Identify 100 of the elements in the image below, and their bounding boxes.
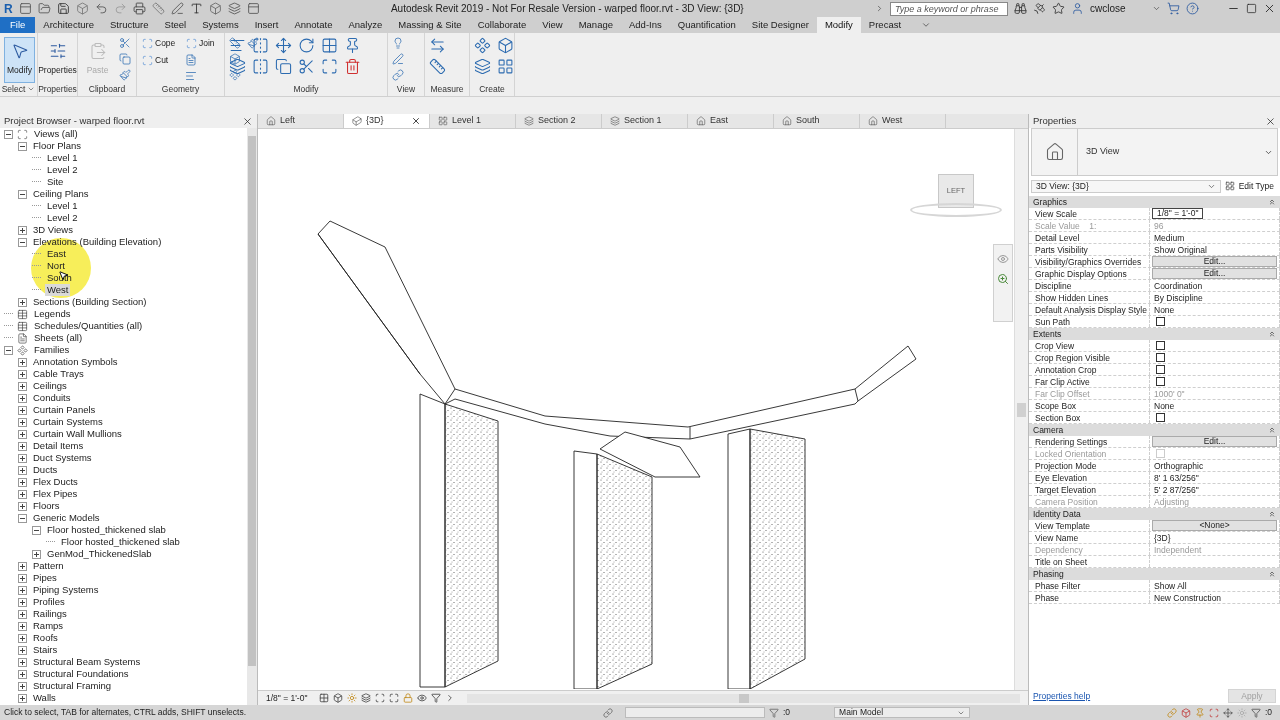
user-name[interactable]: cwclose [1090,1,1146,16]
ribbon-tab[interactable]: Modify [816,17,861,33]
document-icon[interactable] [185,54,197,66]
tree-item[interactable]: Level 1 [45,200,80,212]
property-value[interactable]: None [1152,399,1177,412]
edit-button[interactable]: Edit... [1152,436,1277,447]
tree-item[interactable]: Roofs [31,632,60,644]
tree-item[interactable]: Curtain Systems [31,416,105,428]
ribbon-tab[interactable]: File [0,17,36,33]
expand-toggle[interactable] [18,561,27,571]
ribbon-button[interactable]: Cope [141,37,179,50]
binoculars-icon[interactable] [1014,2,1027,15]
link-icon[interactable] [392,69,404,81]
collapse-icon[interactable] [1268,570,1276,578]
edit-type-button[interactable]: Edit Type [1224,179,1278,193]
tree-item[interactable]: Nort [45,260,67,272]
tree-item[interactable]: Cable Trays [31,368,86,380]
tree-item[interactable]: 3D Views [31,224,75,236]
delete-icon[interactable] [344,58,361,75]
open-folder-icon[interactable] [37,2,51,15]
ribbon-tab[interactable]: Architecture [35,17,102,33]
tree-item[interactable]: Ramps [31,620,66,632]
copy-icon[interactable] [275,58,292,75]
save-icon[interactable] [56,2,70,15]
paintbrush-icon[interactable] [119,69,131,81]
expand-toggle[interactable] [18,465,27,475]
group-header[interactable]: Extents [1033,327,1062,341]
model-dropdown[interactable]: Main Model [834,707,971,718]
filter-icon[interactable] [769,707,779,718]
property-value[interactable]: 8' 1 63/256" [1152,471,1201,484]
ribbon-tab[interactable]: Collaborate [469,17,535,33]
align-icon[interactable] [185,70,197,82]
expand-toggle[interactable] [18,393,27,403]
document-tab[interactable]: {3D} [344,114,430,128]
expand-toggle[interactable] [18,501,27,511]
ribbon-tab[interactable]: Massing & Site [390,17,470,33]
group-icon[interactable] [497,58,514,75]
expand-toggle[interactable] [18,489,27,499]
scrollbar[interactable] [247,128,257,705]
close-icon[interactable] [242,115,253,127]
shadows-icon[interactable] [361,693,372,703]
scrollbar[interactable] [1014,129,1028,690]
visual-style-icon[interactable] [333,693,344,703]
collapse-toggle[interactable] [4,345,13,355]
zoom-icon[interactable] [997,273,1009,285]
property-value[interactable]: Show All [1152,579,1189,592]
ribbon-tab[interactable]: View [534,17,571,33]
select-underlay-icon[interactable] [1180,707,1191,718]
collapse-icon[interactable] [1268,198,1276,206]
caret-icon[interactable] [875,4,884,13]
document-tab[interactable]: Section 2 [516,114,602,128]
ribbon-tab[interactable]: Quantification [669,17,744,33]
group-header[interactable]: Camera [1033,423,1064,437]
property-value[interactable]: By Discipline [1152,291,1205,304]
document-tab[interactable]: West [860,114,946,128]
tree-item[interactable]: Railings [31,608,69,620]
tree-item[interactable]: Flex Ducts [31,476,80,488]
expand-toggle[interactable] [18,297,27,307]
mirror-icon[interactable] [252,58,269,75]
tree-item[interactable]: Curtain Wall Mullions [31,428,124,440]
checkbox[interactable] [1156,377,1165,386]
pin-icon[interactable] [344,37,361,54]
expand-toggle[interactable] [18,405,27,415]
tree-item[interactable]: Floor hosted_thickened slab [59,536,182,548]
ribbon-button[interactable]: Cut [141,54,179,67]
scissors-icon[interactable] [119,37,131,49]
ribbon-tab[interactable]: Structure [102,17,157,33]
document-tab[interactable]: Level 1 [430,114,516,128]
expand-toggle[interactable] [18,369,27,379]
collapse-icon[interactable] [1268,426,1276,434]
expand-toggle[interactable] [18,657,27,667]
scale-icon[interactable] [321,58,338,75]
collapse-toggle[interactable] [18,513,27,523]
ribbon-tab[interactable]: Insert [246,17,287,33]
window-icon[interactable] [246,2,260,15]
ribbon-button[interactable]: Modify [4,37,35,83]
document-tab[interactable]: East [688,114,774,128]
tree-item[interactable]: Piping Systems [31,584,101,596]
expand-toggle[interactable] [18,609,27,619]
ribbon-tab[interactable]: Systems [194,17,247,33]
dimension-icon[interactable] [429,37,446,54]
property-value[interactable]: Orthographic [1152,459,1206,472]
expand-toggle[interactable] [18,669,27,679]
app-logo[interactable]: R [4,2,13,15]
collapse-toggle[interactable] [18,141,27,151]
scrollbar[interactable] [467,693,1020,703]
expand-toggle[interactable] [32,549,41,559]
instance-selector[interactable]: 3D View: {3D} [1031,179,1221,193]
ribbon-tab[interactable]: Steel [156,17,195,33]
tree-item[interactable]: Schedules/Quantities (all) [32,320,145,332]
move-icon[interactable] [275,37,292,54]
collapse-icon[interactable] [1268,510,1276,518]
edit-button[interactable]: Edit... [1152,256,1277,267]
tree-item[interactable]: Profiles [31,596,67,608]
expand-toggle[interactable] [18,693,27,703]
tree-item[interactable]: Families [32,344,72,356]
tree-item[interactable]: Structural Framing [31,680,114,692]
expand-toggle[interactable] [18,681,27,691]
layers-icon[interactable] [227,2,241,15]
tree-item[interactable]: Duct Systems [31,452,94,464]
